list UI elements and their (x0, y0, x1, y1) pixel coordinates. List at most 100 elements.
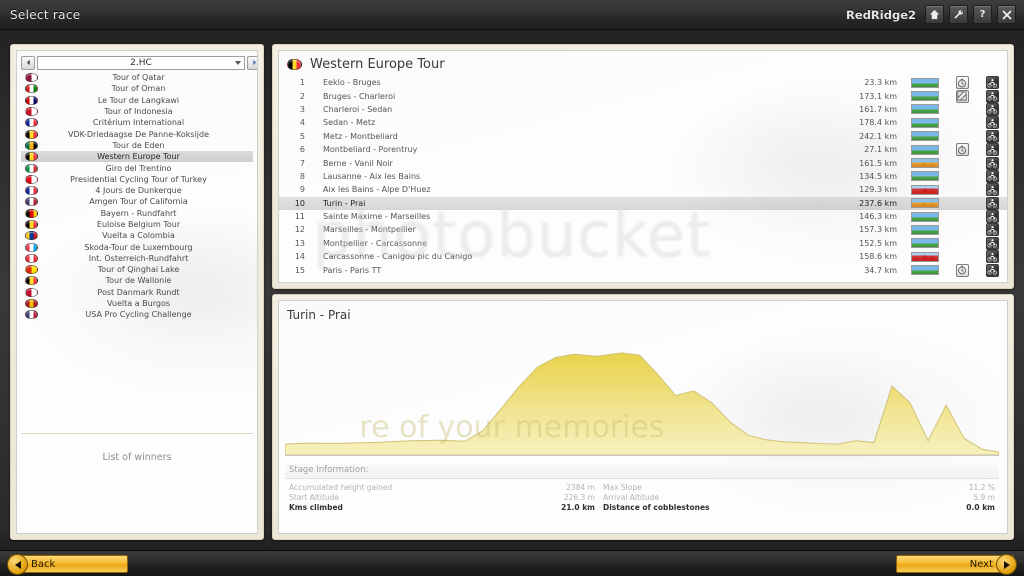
elevation-profile-chart (285, 335, 999, 457)
race-list-item-label: Giro del Trentino (105, 163, 172, 173)
race-list-item[interactable]: Tour de Eden (21, 140, 253, 151)
cyclist-icon[interactable] (985, 129, 999, 143)
race-list-item[interactable]: Skoda-Tour de Luxembourg (21, 241, 253, 252)
cyclist-icon[interactable] (985, 156, 999, 170)
race-list-item[interactable]: Amgen Tour of California (21, 196, 253, 207)
cyclist-icon[interactable] (985, 116, 999, 130)
stage-row[interactable]: 8 Lausanne - Aix les Bains 134.5 km (279, 169, 1007, 183)
stage-distance: 27.1 km (864, 145, 897, 155)
close-icon[interactable] (997, 5, 1016, 24)
stage-info-row: Kms climbed 21.0 km Distance of cobbleston… (285, 503, 999, 513)
race-list-item[interactable]: Presidential Cycling Tour of Turkey (21, 174, 253, 185)
stage-row[interactable]: 9 Aix les Bains - Alpe D'Huez 129.3 km (279, 183, 1007, 197)
cyclist-icon[interactable] (985, 210, 999, 224)
cyclist-icon[interactable] (985, 143, 999, 157)
next-button[interactable]: Next (896, 554, 1017, 575)
stage-terrain-cell (903, 131, 947, 142)
stage-row[interactable]: 1 Eeklo - Bruges 23.3 km (279, 76, 1007, 90)
stage-info-left-value: 226.3 m (563, 493, 595, 502)
back-button[interactable]: Back (7, 554, 128, 575)
race-list-item-label: Tour de Eden (112, 140, 165, 150)
cyclist-icon[interactable] (985, 223, 999, 237)
terrain-profile-icon (911, 238, 939, 249)
cyclist-icon[interactable] (985, 196, 999, 210)
race-list-item[interactable]: Tour of Oman (21, 83, 253, 94)
race-list-item[interactable]: USA Pro Cycling Challenge (21, 309, 253, 320)
cyclist-icon[interactable] (985, 263, 999, 277)
race-list-item[interactable]: Euloise Belgium Tour (21, 219, 253, 230)
stage-row[interactable]: 10 Turin - Prai 237.6 km (279, 196, 1007, 210)
category-select[interactable]: 2.HC (37, 55, 245, 70)
stage-row[interactable]: 5 Metz - Montbeliard 242.1 km (279, 129, 1007, 143)
country-flag-icon (25, 253, 38, 263)
arrow-left-icon (7, 554, 28, 575)
stage-number: 3 (299, 104, 305, 114)
race-list-item[interactable]: Western Europe Tour (21, 151, 253, 163)
time-trial-clock-icon[interactable] (955, 76, 969, 90)
race-list-item[interactable]: Tour of Qatar (21, 72, 253, 83)
stage-type-cell (947, 76, 977, 90)
cobblestones-icon[interactable] (955, 89, 969, 103)
bottom-bar: Back Next (0, 550, 1024, 576)
stage-list[interactable]: 1 Eeklo - Bruges 23.3 km 2 Bruges - Charlero… (279, 76, 1007, 277)
race-list-item[interactable]: 4 Jours de Dunkerque (21, 185, 253, 196)
stage-info-right-value: 11.2 % (968, 483, 995, 492)
cyclist-icon[interactable] (985, 183, 999, 197)
race-flag-icon (287, 59, 302, 70)
stage-info-right-label: Max Slope (603, 483, 642, 492)
stage-terrain-cell (903, 144, 947, 155)
cyclist-icon[interactable] (985, 169, 999, 183)
stage-name: Eeklo - Bruges (323, 78, 381, 88)
race-category-combo[interactable]: 2.HC (21, 55, 257, 70)
country-flag-icon (25, 310, 38, 320)
stage-row[interactable]: 15 Paris - Paris TT 34.7 km (279, 263, 1007, 277)
race-list-item[interactable]: Post Danmark Rundt (21, 287, 253, 298)
cyclist-icon[interactable] (985, 89, 999, 103)
cyclist-icon[interactable] (985, 250, 999, 264)
country-flag-icon (25, 299, 38, 309)
stage-row[interactable]: 3 Charleroi - Sedan 161.7 km (279, 102, 1007, 116)
stage-row[interactable]: 6 Montbeliard - Porentruy 27.1 km (279, 143, 1007, 157)
race-list-item[interactable]: Int. Österreich-Rundfahrt (21, 253, 253, 264)
chevron-down-icon[interactable] (235, 60, 241, 65)
time-trial-clock-icon[interactable] (955, 143, 969, 157)
list-of-winners-button[interactable]: List of winners (103, 452, 172, 463)
race-list-item[interactable]: Giro del Trentino (21, 162, 253, 173)
stage-name: Sedan - Metz (323, 118, 376, 128)
stage-row[interactable]: 14 Carcassonne - Canigou pic du Canigo 158… (279, 250, 1007, 264)
race-list-item[interactable]: Bayern - Rundfahrt (21, 208, 253, 219)
stage-information-header: Stage Information: (285, 463, 999, 479)
time-trial-clock-icon[interactable] (955, 263, 969, 277)
race-list-item-label: Tour of Qinghai Lake (97, 265, 180, 275)
stage-row[interactable]: 2 Bruges - Charleroi 173.1 km (279, 89, 1007, 103)
stage-terrain-cell (903, 265, 947, 276)
terrain-profile-icon (911, 211, 939, 222)
race-list-item[interactable]: Tour de Wallonie (21, 275, 253, 286)
cyclist-icon[interactable] (985, 102, 999, 116)
category-prev-button[interactable] (21, 55, 35, 70)
race-list-item[interactable]: Vuelta a Colombia (21, 230, 253, 241)
stage-distance: 158.6 km (859, 252, 897, 262)
home-icon[interactable] (925, 5, 944, 24)
stage-row[interactable]: 4 Sedan - Metz 178.4 km (279, 116, 1007, 130)
category-next-button[interactable] (247, 55, 257, 70)
help-icon[interactable]: ? (973, 5, 992, 24)
stage-distance: 161.7 km (859, 104, 897, 114)
race-list-item[interactable]: Critérium International (21, 117, 253, 128)
country-flag-icon (25, 163, 38, 173)
race-list-item[interactable]: Vuelta a Burgos (21, 298, 253, 309)
race-list-item[interactable]: Tour of Indonesia (21, 106, 253, 117)
wrench-icon[interactable] (949, 5, 968, 24)
stage-terrain-cell (903, 158, 947, 169)
race-list-item[interactable]: VDK-Driedaagse De Panne-Koksijde (21, 128, 253, 139)
race-list-item[interactable]: Le Tour de Langkawi (21, 95, 253, 106)
stage-row[interactable]: 7 Berne - Vanil Noir 161.5 km (279, 156, 1007, 170)
terrain-profile-icon (911, 198, 939, 209)
cyclist-icon[interactable] (985, 236, 999, 250)
race-list-item[interactable]: Tour of Qinghai Lake (21, 264, 253, 275)
cyclist-icon[interactable] (985, 76, 999, 90)
stage-row[interactable]: 12 Marseilles - Montpellier 157.3 km (279, 223, 1007, 237)
stage-row[interactable]: 11 Sainte Maxime - Marseilles 146.3 km (279, 210, 1007, 224)
stage-row[interactable]: 13 Montpellier - Carcassonne 152.5 km (279, 236, 1007, 250)
stage-distance: 146.3 km (859, 212, 897, 222)
